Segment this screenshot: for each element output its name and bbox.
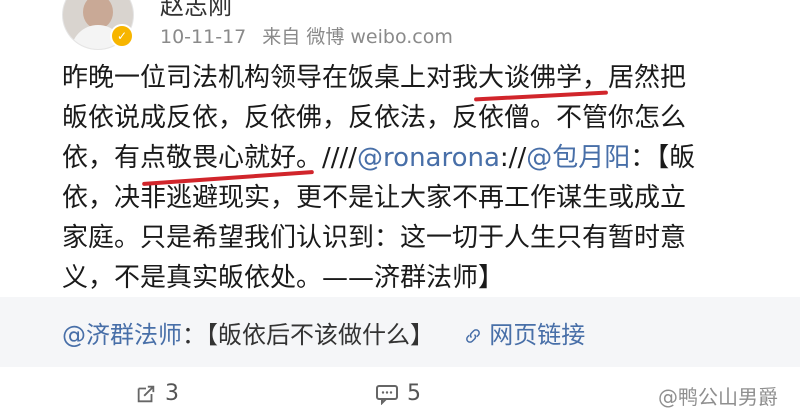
mention-link-ronarona[interactable]: @ronarona xyxy=(357,143,500,173)
web-link-label: 网页链接 xyxy=(489,321,586,349)
author-name[interactable]: 赵志刚 xyxy=(160,0,232,21)
link-icon xyxy=(465,329,480,343)
timestamp: 10-11-17 xyxy=(160,26,247,48)
comment-button[interactable]: 5 xyxy=(375,381,421,406)
verified-icon: ✓ xyxy=(110,24,134,48)
post-actions: 3 5 @鸭公山男爵 xyxy=(0,375,800,417)
body-line: 家庭。只是希望我们认识到：这一切于人生只有暂时意 xyxy=(62,223,687,253)
body-line: 昨晚一位司法机构领导在饭桌上对我大谈佛学，居然把 xyxy=(62,63,687,93)
comment-count: 5 xyxy=(407,381,421,406)
share-button[interactable]: 3 xyxy=(135,381,179,406)
source[interactable]: 来自 微博 weibo.com xyxy=(262,26,453,48)
body-text-segment: :// xyxy=(499,143,527,173)
body-text-segment: ：【皈 xyxy=(630,143,696,173)
comment-icon xyxy=(376,384,398,405)
watermark: @鸭公山男爵 xyxy=(658,385,778,409)
share-count: 3 xyxy=(165,381,179,406)
post-header: ✓ 赵志刚 10-11-17 来自 微博 weibo.com xyxy=(0,0,800,50)
post-body: 昨晚一位司法机构领导在饭桌上对我大谈佛学，居然把 皈依说成反依，反依佛，反依法，… xyxy=(62,58,762,298)
repost-line: @济群法师：【皈依后不该做什么】 网页链接 xyxy=(62,315,585,350)
share-icon xyxy=(137,385,155,402)
repost-title: ：【皈依后不该做什么】 xyxy=(182,321,434,349)
repost-card[interactable]: @济群法师：【皈依后不该做什么】 网页链接 xyxy=(0,297,800,367)
post-meta: 10-11-17 来自 微博 weibo.com xyxy=(160,22,453,49)
web-link[interactable]: 网页链接 xyxy=(464,321,586,349)
body-text-segment: 依，有点敬畏心就好。//// xyxy=(62,143,358,173)
body-line: 依，有点敬畏心就好。////@ronarona://@包月阳：【皈 xyxy=(62,138,762,178)
body-line: 义，不是真实皈依处。——济群法师】 xyxy=(62,263,505,293)
repost-mention[interactable]: @济群法师 xyxy=(62,321,182,349)
body-line: 皈依说成反依，反依佛，反依法，反依僧。不管你怎么 xyxy=(62,103,687,133)
mention-link-baoyueyang[interactable]: @包月阳 xyxy=(526,143,630,173)
